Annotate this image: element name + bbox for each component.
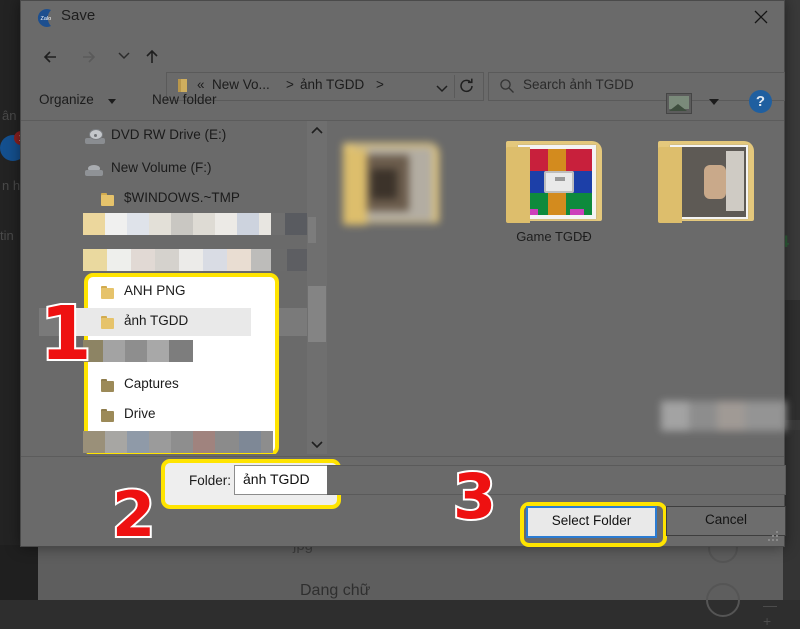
scrollbar-thumb[interactable] — [308, 286, 326, 342]
tree-item-blurred-2[interactable] — [39, 249, 312, 277]
background-left-rail — [0, 0, 20, 600]
close-icon[interactable] — [738, 1, 784, 32]
resize-grip[interactable] — [768, 531, 780, 543]
scrollbar-track-mark — [308, 217, 316, 243]
organize-chevron-down-icon[interactable] — [108, 99, 116, 104]
zalo-icon: Zalo — [35, 8, 55, 28]
folder-icon — [101, 316, 115, 329]
file-item-blurred-2[interactable] — [646, 139, 766, 225]
blurred-label — [83, 213, 271, 235]
folder-icon — [101, 379, 115, 392]
save-dialog: Zalo Save — [20, 0, 785, 547]
recent-locations-chevron-down-icon[interactable] — [111, 44, 137, 70]
background-text-b: n h — [2, 178, 20, 193]
background-circle-2 — [706, 583, 740, 617]
scroll-up-icon[interactable] — [307, 121, 327, 141]
background-plus-text: —+ — [763, 597, 783, 629]
folder-icon — [101, 409, 115, 422]
tree-item-label: ảnh TGDD — [124, 313, 188, 328]
step-annotation-2: 2 — [112, 478, 155, 551]
step-annotation-3: 3 — [453, 460, 496, 533]
tree-item-label: Captures — [124, 376, 179, 391]
blurred-label-overflow — [271, 249, 312, 271]
blurred-folder-thumbnail — [341, 141, 441, 227]
view-options-chevron-down-icon[interactable] — [709, 99, 719, 105]
tree-item-drive[interactable]: Drive — [39, 401, 312, 429]
background-text-a: ân — [2, 108, 16, 123]
new-folder-button[interactable]: New folder — [152, 92, 217, 107]
tree-item-windows-tmp[interactable]: $WINDOWS.~TMP — [39, 185, 312, 213]
back-icon[interactable] — [39, 44, 65, 70]
up-icon[interactable] — [139, 44, 165, 70]
folder-name-input[interactable]: ảnh TGDD — [234, 465, 329, 495]
background-text-c: tin — [0, 228, 14, 243]
scroll-down-icon[interactable] — [307, 434, 327, 454]
bottom-divider — [21, 456, 784, 457]
select-folder-button[interactable]: Select Folder — [526, 506, 657, 538]
folder-name-input-extension[interactable] — [327, 465, 786, 495]
winrar-folder-thumbnail — [504, 139, 604, 225]
file-item-game-tgdd[interactable]: Game TGDĐ — [494, 139, 614, 244]
tree-item-blurred-1[interactable] — [39, 213, 312, 241]
folder-name-value: ảnh TGDD — [243, 471, 310, 487]
svg-text:Zalo: Zalo — [41, 16, 52, 22]
tree-item-blurred-4[interactable] — [39, 431, 312, 454]
dialog-titlebar[interactable]: Zalo Save — [21, 1, 784, 34]
blurred-label — [83, 249, 271, 271]
dvd-drive-icon — [85, 130, 105, 144]
background-below-panel: jpg Dang chữ —+ — [38, 545, 783, 600]
tree-item-new-volume[interactable]: New Volume (F:) — [39, 155, 312, 183]
blurred-label — [83, 431, 273, 453]
file-list[interactable]: Game TGDĐ — [331, 121, 774, 454]
background-below-left — [0, 545, 38, 600]
folder-tree[interactable]: DVD RW Drive (E:) New Volume (F:) $WINDO… — [39, 121, 312, 454]
folder-icon — [101, 286, 115, 299]
tree-item-label: ANH PNG — [124, 283, 186, 298]
tree-item-label: Drive — [124, 406, 156, 421]
file-item-blurred[interactable] — [341, 141, 461, 145]
tree-item-label: $WINDOWS.~TMP — [124, 190, 240, 205]
organize-button[interactable]: Organize — [39, 92, 94, 107]
folder-field-label: Folder: — [189, 473, 231, 488]
tree-item-label: DVD RW Drive (E:) — [111, 127, 226, 142]
tree-item-dvd-drive[interactable]: DVD RW Drive (E:) — [39, 122, 312, 150]
document-folder-thumbnail — [656, 139, 756, 225]
file-item-label: Game TGDĐ — [494, 229, 614, 244]
blurred-caption — [661, 401, 786, 431]
dialog-title: Save — [61, 7, 95, 24]
tree-scrollbar[interactable] — [307, 121, 327, 454]
forward-icon[interactable] — [75, 44, 101, 70]
hard-drive-icon — [85, 164, 103, 176]
step-annotation-1: 1 — [40, 291, 92, 377]
help-icon[interactable]: ? — [749, 90, 772, 113]
command-bar: Organize New folder ? — [21, 83, 784, 121]
background-dangchu-text: Dang chữ — [300, 582, 370, 600]
blurred-label — [83, 340, 193, 362]
tree-item-label: New Volume (F:) — [111, 160, 212, 175]
folder-icon — [101, 193, 115, 206]
navigation-bar: « New Vo... > ảnh TGDD > — [21, 34, 784, 78]
picture-view-icon[interactable] — [666, 93, 692, 114]
blurred-label-overflow — [271, 213, 312, 235]
